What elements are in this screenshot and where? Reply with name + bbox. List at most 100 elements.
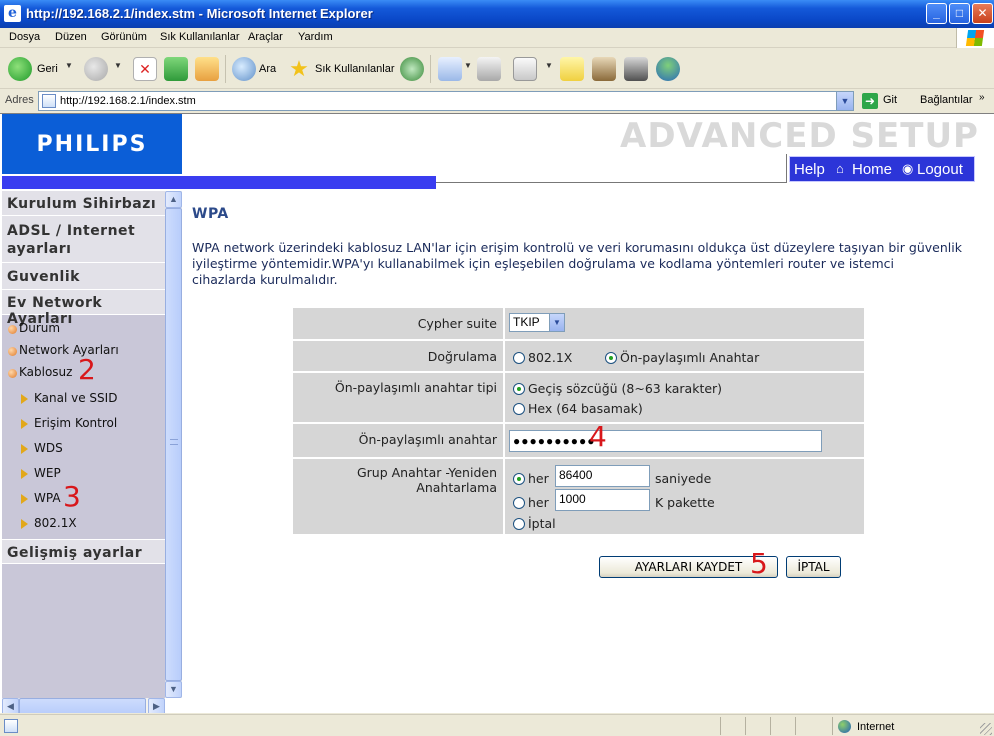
sidebar-item-status[interactable]: Durum — [2, 321, 165, 341]
security-zone: Internet — [857, 721, 895, 733]
sidebar-item-setup-wizard[interactable]: Kurulum Sihirbazı — [2, 191, 165, 216]
edit-icon[interactable] — [513, 57, 537, 81]
menu-tools[interactable]: Araçlar — [248, 31, 283, 43]
cypher-select[interactable]: TKIP ▼ — [509, 313, 565, 332]
history-icon[interactable] — [400, 57, 424, 81]
back-button[interactable]: Geri — [37, 63, 58, 75]
search-button[interactable]: Ara — [259, 63, 276, 75]
close-button[interactable]: ✕ — [972, 3, 993, 24]
scroll-left-icon[interactable]: ◀ — [2, 698, 19, 713]
messenger-icon[interactable] — [656, 57, 680, 81]
cancel-button[interactable]: İPTAL — [786, 556, 841, 578]
menu-edit[interactable]: Düzen — [55, 31, 87, 43]
address-dropdown-icon[interactable]: ▼ — [836, 92, 853, 110]
scroll-right-icon[interactable]: ▶ — [148, 698, 165, 713]
toolbar-separator — [430, 55, 431, 83]
auth-option-8021x[interactable]: 802.1X — [513, 350, 572, 365]
psk-row: Ön-paylaşımlı anahtar ●●●●●●●●●● 4 — [293, 420, 864, 457]
forward-arrow-icon[interactable] — [84, 57, 108, 81]
home-icon: ⌂ — [836, 161, 844, 176]
internet-zone-icon — [838, 720, 851, 733]
address-url[interactable]: http://192.168.2.1/index.stm — [60, 95, 196, 107]
menu-file[interactable]: Dosya — [9, 31, 40, 43]
print-icon[interactable] — [477, 57, 501, 81]
rekey-option-disable[interactable]: İptal — [513, 516, 556, 531]
radio-button-selected[interactable] — [513, 473, 525, 485]
menu-favorites[interactable]: Sık Kullanılanlar — [160, 31, 240, 43]
sidebar-item-wep[interactable]: WEP — [2, 466, 165, 486]
radio-button[interactable] — [513, 497, 525, 509]
bullet-icon — [8, 325, 17, 334]
minimize-button[interactable]: _ — [926, 3, 947, 24]
sidebar-item-access-control[interactable]: Erişim Kontrol — [2, 416, 165, 436]
scrollbar-thumb[interactable] — [165, 208, 182, 681]
hscrollbar-thumb[interactable] — [19, 698, 146, 713]
chevron-down-icon[interactable]: ▼ — [549, 314, 564, 331]
annotation-4: 4 — [589, 420, 607, 453]
maximize-button[interactable]: □ — [949, 3, 970, 24]
psk-type-passphrase[interactable]: Geçiş sözcüğü (8~63 karakter) — [513, 381, 722, 396]
radio-button-selected[interactable] — [605, 352, 617, 364]
header-title: ADVANCED SETUP — [620, 116, 979, 156]
home-link[interactable]: Home — [852, 161, 892, 178]
go-button[interactable]: Git — [883, 94, 897, 106]
mail-dropdown-icon[interactable]: ▼ — [464, 61, 472, 70]
refresh-icon[interactable] — [164, 57, 188, 81]
rekey-option-packets[interactable]: her — [513, 495, 549, 510]
research-icon[interactable] — [592, 57, 616, 81]
psk-type-hex[interactable]: Hex (64 basamak) — [513, 401, 643, 416]
menu-view[interactable]: Görünüm — [101, 31, 147, 43]
sidebar-hscrollbar[interactable]: ◀ ▶ — [2, 698, 165, 713]
resize-grip-icon[interactable] — [980, 723, 992, 735]
rekey-seconds-input[interactable]: 86400 — [555, 465, 650, 487]
window-title: http://192.168.2.1/index.stm - Microsoft… — [26, 6, 373, 21]
auth-option-psk[interactable]: Ön-paylaşımlı Anahtar — [605, 350, 759, 365]
rekey-packets-input[interactable]: 1000 — [555, 489, 650, 511]
mail-icon[interactable] — [438, 57, 462, 81]
sidebar-item-channel-ssid[interactable]: Kanal ve SSID — [2, 391, 165, 411]
radio-button[interactable] — [513, 518, 525, 530]
psk-type-label: Ön-paylaşımlı anahtar tipi — [334, 380, 497, 395]
rekey-label: Grup Anahtar -Yeniden Anahtarlama — [356, 465, 497, 495]
radio-button-selected[interactable] — [513, 383, 525, 395]
sidebar-item-wpa[interactable]: WPA — [2, 491, 165, 511]
address-label: Adres — [5, 94, 34, 106]
sidebar-item-security[interactable]: Guvenlik — [2, 263, 165, 290]
radio-button[interactable] — [513, 352, 525, 364]
sidebar-item-home-network[interactable]: Ev Network Ayarları — [2, 290, 165, 327]
logout-link[interactable]: Logout — [917, 161, 963, 178]
psk-type-row: Ön-paylaşımlı anahtar tipi Geçiş sözcüğü… — [293, 371, 864, 422]
back-dropdown-icon[interactable]: ▼ — [65, 61, 73, 70]
sidebar-scrollbar[interactable]: ▲ ▼ — [165, 191, 182, 698]
sidebar-item-wds[interactable]: WDS — [2, 441, 165, 461]
rekey-option-seconds[interactable]: her — [513, 471, 549, 486]
annotation-3: 3 — [63, 480, 81, 513]
back-arrow-icon[interactable] — [8, 57, 32, 81]
scroll-down-icon[interactable]: ▼ — [165, 681, 182, 698]
radio-button[interactable] — [513, 403, 525, 415]
annotation-2: 2 — [78, 353, 96, 386]
go-arrow-icon[interactable]: ➜ — [862, 93, 878, 109]
psk-label: Ön-paylaşımlı anahtar — [358, 432, 497, 447]
messenger-archive-icon[interactable] — [624, 57, 648, 81]
address-input[interactable]: http://192.168.2.1/index.stm ▼ — [38, 91, 854, 111]
links-chevron-icon[interactable]: » — [979, 92, 985, 103]
forward-dropdown-icon[interactable]: ▼ — [114, 61, 122, 70]
menu-help[interactable]: Yardım — [298, 31, 333, 43]
favorites-button[interactable]: Sık Kullanılanlar — [315, 63, 395, 75]
search-icon[interactable] — [232, 57, 256, 81]
psk-input[interactable]: ●●●●●●●●●● — [509, 430, 822, 452]
help-link[interactable]: Help — [794, 161, 825, 178]
home-icon[interactable] — [195, 57, 219, 81]
favorites-star-icon[interactable]: ★ — [287, 57, 311, 81]
sidebar-item-advanced[interactable]: Gelişmiş ayarlar — [2, 539, 165, 564]
stop-icon[interactable]: ✕ — [133, 57, 157, 81]
sidebar-item-8021x[interactable]: 802.1X — [2, 516, 165, 536]
notes-icon[interactable] — [560, 57, 584, 81]
sidebar-item-adsl-internet[interactable]: ADSL / Internet ayarları — [2, 216, 165, 263]
address-bar: Adres http://192.168.2.1/index.stm ▼ ➜ G… — [0, 90, 994, 112]
sidebar-item-label: Erişim Kontrol — [34, 416, 118, 430]
scroll-up-icon[interactable]: ▲ — [165, 191, 182, 208]
edit-dropdown-icon[interactable]: ▼ — [545, 61, 553, 70]
links-button[interactable]: Bağlantılar — [920, 94, 973, 106]
